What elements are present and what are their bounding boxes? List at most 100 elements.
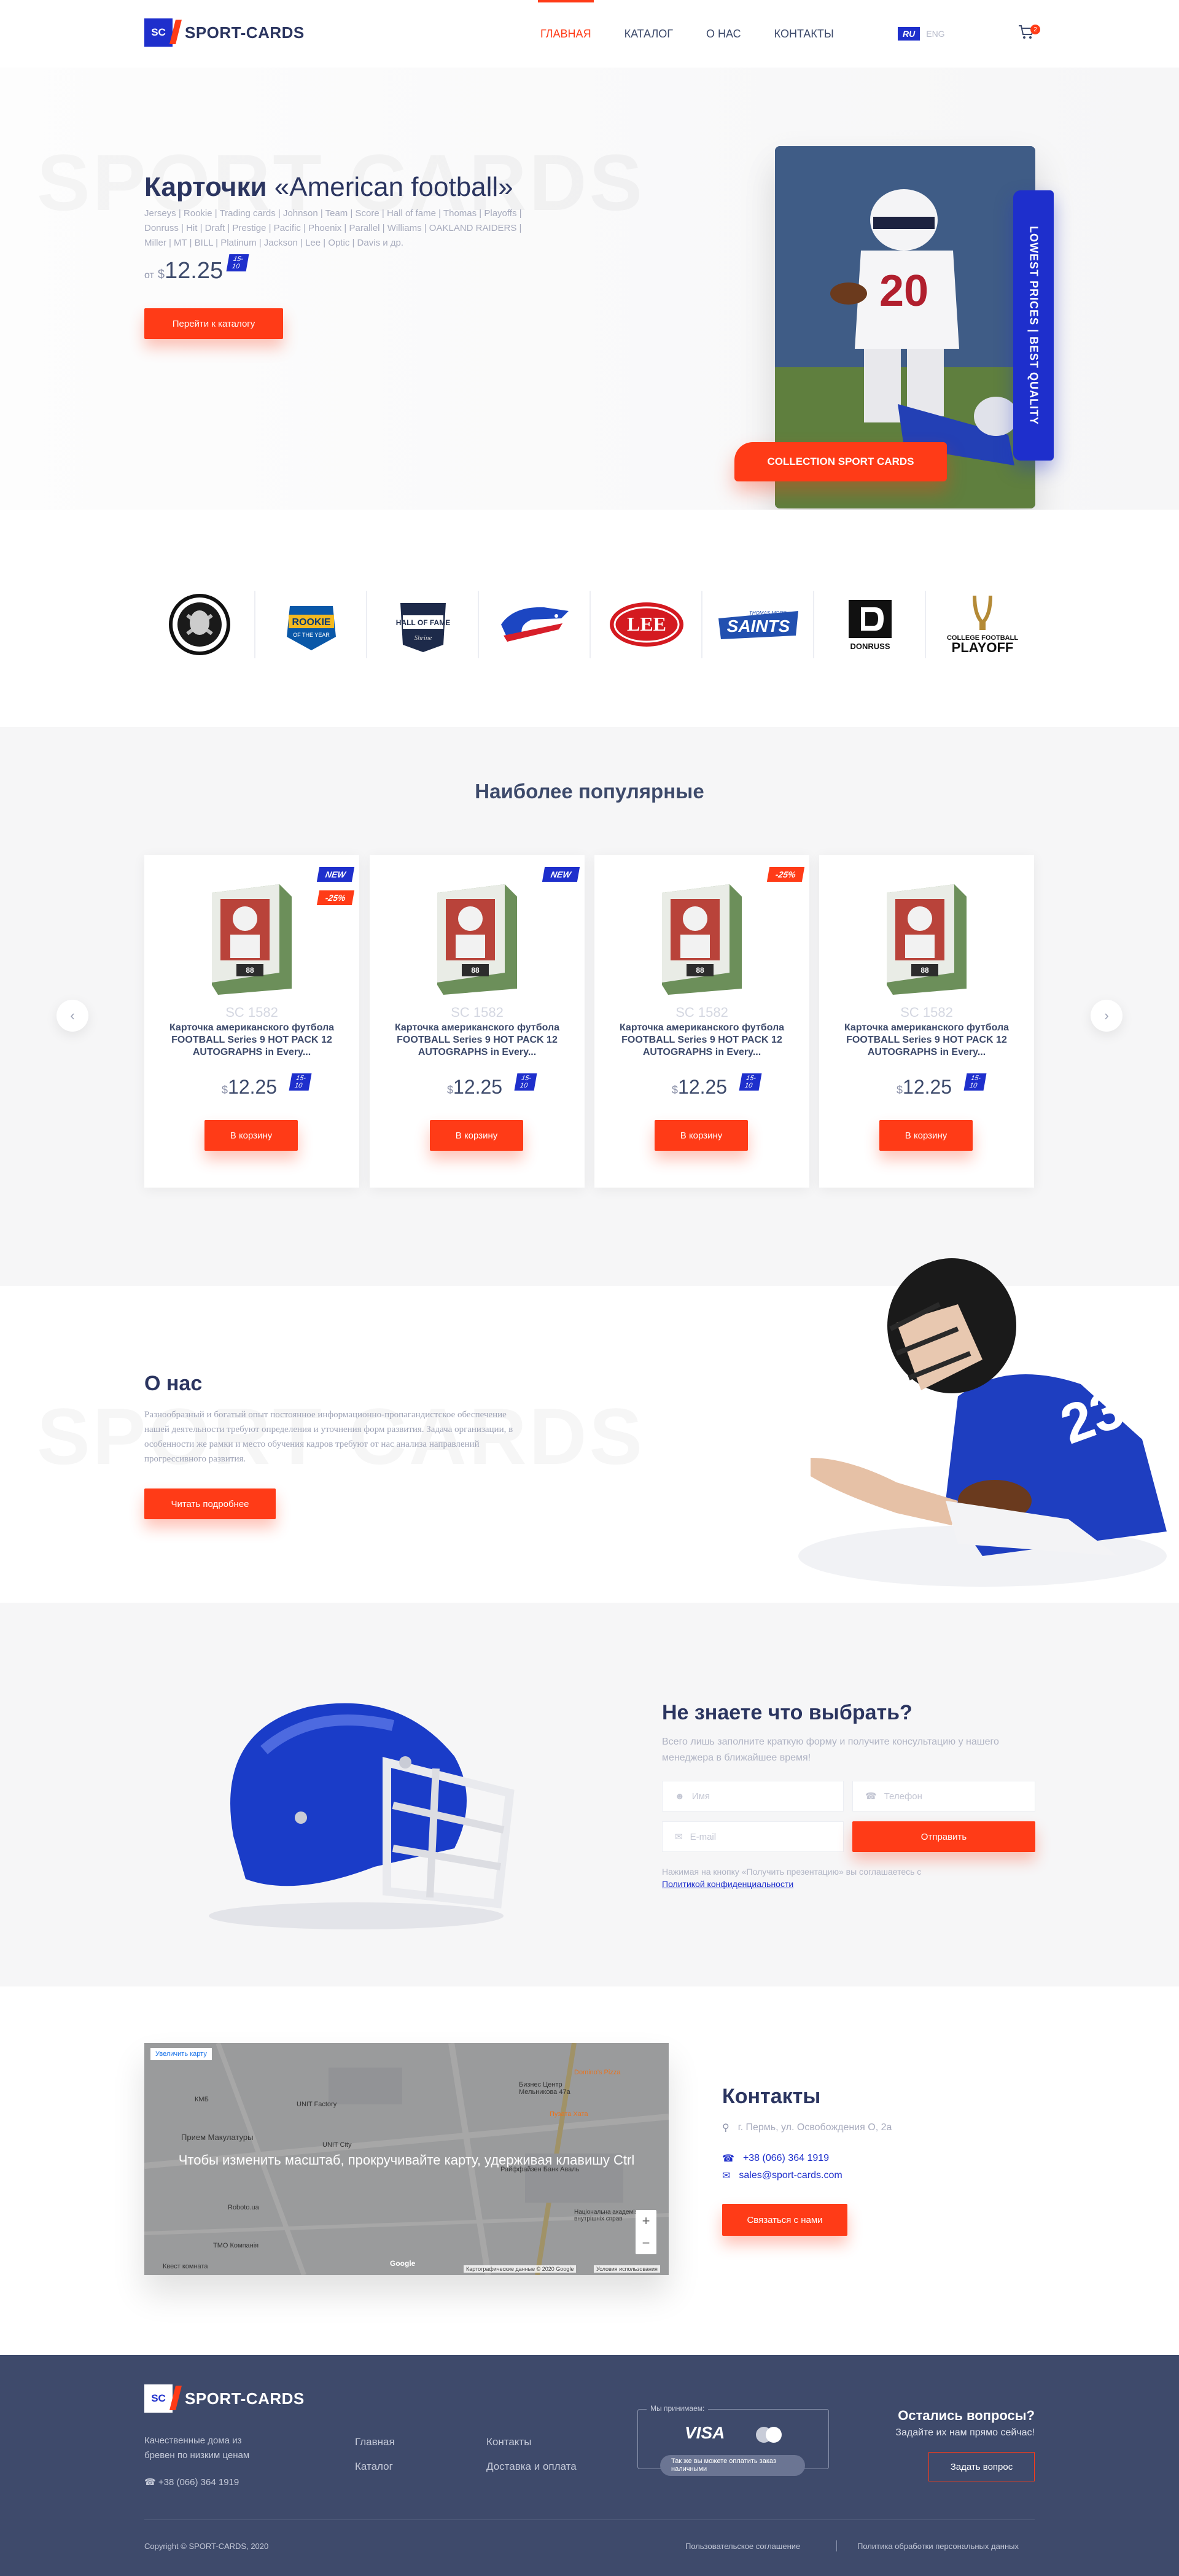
lang-eng[interactable]: ENG bbox=[926, 27, 944, 41]
brand-raiders[interactable] bbox=[145, 591, 255, 658]
svg-text:88: 88 bbox=[920, 966, 929, 975]
contact-email[interactable]: ✉ sales@sport-cards.com bbox=[722, 2169, 842, 2182]
nav-catalog[interactable]: КАТАЛОГ bbox=[625, 0, 673, 68]
privacy-note: Нажимая на кнопку «Получить презентацию»… bbox=[662, 1866, 1006, 1890]
product-sku: SC 1582 bbox=[451, 1005, 504, 1020]
brand-hall-of-fame[interactable]: HALL OF FAME Shrine bbox=[368, 591, 479, 658]
footer: SC SPORT-CARDS Качественные дома из брев… bbox=[0, 2355, 1179, 2576]
product-price: $ 12.25 15-10 bbox=[447, 1073, 537, 1099]
cash-note: Так же вы можете оплатить заказ наличным… bbox=[660, 2455, 805, 2476]
enlarge-map-link[interactable]: Увеличить карту bbox=[150, 2048, 212, 2060]
collection-button[interactable]: COLLECTION SPORT CARDS bbox=[734, 442, 947, 481]
carousel-prev-button[interactable]: ‹ bbox=[56, 1000, 88, 1032]
brand-saints[interactable]: SAINTS THOMAS MORE bbox=[704, 591, 814, 658]
phone-field[interactable]: ☎ Телефон bbox=[852, 1781, 1035, 1811]
footer-link-contacts[interactable]: Контакты bbox=[486, 2436, 531, 2448]
product-sku: SC 1582 bbox=[675, 1005, 728, 1020]
product-name[interactable]: Карточка американского футбола FOOTBALL … bbox=[388, 1022, 566, 1059]
brand-lee[interactable]: LEE bbox=[592, 591, 702, 658]
map-label-quest: Квест комната bbox=[163, 2263, 208, 2270]
brand-donruss[interactable]: DONRUSS bbox=[815, 591, 926, 658]
footer-phone[interactable]: ☎ +38 (066) 364 1919 bbox=[144, 2475, 239, 2490]
product-name[interactable]: Карточка американского футбола FOOTBALL … bbox=[163, 1022, 341, 1059]
product-sku: SC 1582 bbox=[900, 1005, 953, 1020]
product-card[interactable]: 88 SC 1582 Карточка американского футбол… bbox=[819, 855, 1034, 1188]
submit-button[interactable]: Отправить bbox=[852, 1821, 1035, 1852]
cart-button[interactable]: 2 bbox=[1017, 22, 1040, 44]
product-price-tag: 15-10 bbox=[514, 1073, 537, 1091]
lang-ru[interactable]: RU bbox=[898, 27, 920, 41]
contact-phone[interactable]: ☎ +38 (066) 364 1919 bbox=[722, 2152, 829, 2165]
go-to-catalog-button[interactable]: Перейти к каталогу bbox=[144, 308, 283, 339]
zoom-in-icon[interactable]: + bbox=[636, 2210, 656, 2232]
svg-text:HALL OF FAME: HALL OF FAME bbox=[396, 618, 450, 627]
nav-contacts[interactable]: КОНТАКТЫ bbox=[774, 0, 834, 68]
terms-link[interactable]: Пользовательское соглашение bbox=[685, 2539, 800, 2554]
map-label-dominos: Domino's Pizza bbox=[574, 2069, 621, 2076]
product-price-tag: 15-10 bbox=[289, 1073, 312, 1091]
footer-link-catalog[interactable]: Каталог bbox=[355, 2461, 393, 2473]
map-attribution: Картографические данные © 2020 Google bbox=[464, 2265, 577, 2273]
raiders-logo bbox=[169, 594, 230, 655]
ask-question-button[interactable]: Задать вопрос bbox=[928, 2452, 1035, 2481]
contact-us-button[interactable]: Связаться с нами bbox=[722, 2204, 847, 2236]
hero-tags: Jerseys | Rookie | Trading cards | Johns… bbox=[144, 208, 522, 248]
brand-rookie[interactable]: ROOKIE OF THE YEAR bbox=[257, 591, 367, 658]
product-name[interactable]: Карточка американского футбола FOOTBALL … bbox=[838, 1022, 1016, 1059]
product-price-value: 12.25 bbox=[903, 1076, 952, 1098]
footer-link-delivery[interactable]: Доставка и оплата bbox=[486, 2461, 577, 2473]
privacy-link[interactable]: Политика обработки персональных данных bbox=[857, 2539, 1019, 2554]
hero-title: Карточки «American football» bbox=[144, 172, 513, 203]
logo[interactable]: SC SPORT-CARDS bbox=[144, 18, 305, 47]
name-field[interactable]: ☻ Имя bbox=[662, 1781, 844, 1811]
svg-text:LEE: LEE bbox=[627, 613, 666, 635]
about-text: Разнообразный и богатый опыт постоянное … bbox=[144, 1410, 513, 1464]
add-to-cart-button[interactable]: В корзину bbox=[430, 1120, 523, 1151]
read-more-button[interactable]: Читать подробнее bbox=[144, 1488, 276, 1519]
consultation-section: Не знаете что выбрать? Всего лишь заполн… bbox=[0, 1603, 1179, 1986]
footer-link-home[interactable]: Главная bbox=[355, 2436, 395, 2448]
brand-bills[interactable] bbox=[480, 591, 591, 658]
privacy-policy-link[interactable]: Политикой конфиденциальности bbox=[662, 1879, 793, 1889]
product-badge: NEW bbox=[542, 867, 580, 882]
product-card[interactable]: 88 NEW SC 1582 Карточка американского фу… bbox=[370, 855, 585, 1188]
bills-logo bbox=[501, 607, 569, 642]
footer-phone-text: +38 (066) 364 1919 bbox=[158, 2477, 239, 2488]
user-icon: ☻ bbox=[675, 1791, 685, 1802]
footer-link-separator bbox=[836, 2540, 837, 2551]
name-placeholder: Имя bbox=[691, 1791, 710, 1802]
product-price-tag: 15-10 bbox=[963, 1073, 987, 1091]
map-label-makulatura: Прием Макулатуры bbox=[181, 2133, 254, 2142]
brands-strip: ROOKIE OF THE YEAR HALL OF FAME Shrine LEE… bbox=[0, 510, 1179, 727]
footer-description: Качественные дома из бревен по низким це… bbox=[144, 2435, 250, 2461]
football-player-helmet-image: 23 bbox=[798, 1258, 1167, 1587]
footer-logo[interactable]: SC SPORT-CARDS bbox=[144, 2384, 305, 2413]
product-card[interactable]: 88 NEW -25% SC 1582 Карточка американског… bbox=[144, 855, 359, 1188]
brand-cfp[interactable]: COLLEGE FOOTBALL PLAYOFF bbox=[927, 591, 1038, 658]
product-name[interactable]: Карточка американского футбола FOOTBALL … bbox=[613, 1022, 791, 1059]
product-price-currency: $ bbox=[672, 1084, 679, 1096]
payment-label: Мы принимаем: bbox=[647, 2404, 709, 2413]
map-label-puzata: Пузата Хата bbox=[550, 2111, 588, 2118]
nav-home[interactable]: ГЛАВНАЯ bbox=[538, 0, 594, 68]
map-terms-link[interactable]: Условия использования bbox=[594, 2265, 660, 2273]
product-price: $ 12.25 15-10 bbox=[222, 1073, 312, 1099]
cart-count-badge: 2 bbox=[1030, 25, 1040, 34]
phone-text: +38 (066) 364 1919 bbox=[742, 2153, 830, 2163]
mail-icon: ✉ bbox=[675, 1832, 683, 1842]
carousel-next-button[interactable]: › bbox=[1091, 1000, 1123, 1032]
mail-icon: ✉ bbox=[722, 2171, 731, 2181]
contacts-section: Увеличить карту Чтобы изменить масштаб, … bbox=[0, 1986, 1179, 2355]
product-card[interactable]: 88 -25% SC 1582 Карточка американского ф… bbox=[594, 855, 809, 1188]
map[interactable]: Увеличить карту Чтобы изменить масштаб, … bbox=[144, 2043, 669, 2275]
email-field[interactable]: ✉ E-mail bbox=[662, 1821, 844, 1852]
zoom-out-icon[interactable]: − bbox=[636, 2232, 656, 2254]
add-to-cart-button[interactable]: В корзину bbox=[204, 1120, 298, 1151]
chevron-right-icon: › bbox=[1104, 1008, 1109, 1023]
add-to-cart-button[interactable]: В корзину bbox=[655, 1120, 748, 1151]
nav-about[interactable]: О НАС bbox=[706, 0, 741, 68]
product-price-currency: $ bbox=[897, 1084, 903, 1096]
add-to-cart-button[interactable]: В корзину bbox=[879, 1120, 973, 1151]
phone-icon: ☎ bbox=[144, 2477, 156, 2488]
hero-price: от $ 12.25 15-10 bbox=[144, 254, 249, 284]
